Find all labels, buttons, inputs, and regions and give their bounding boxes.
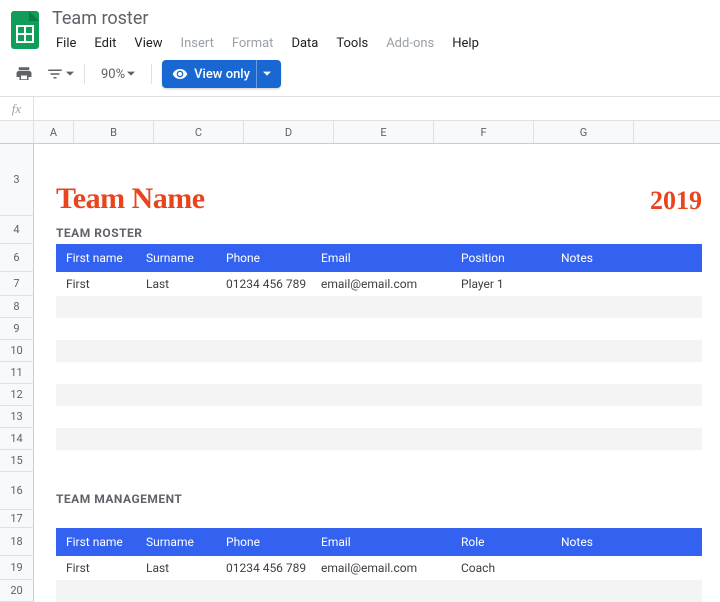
menu-file[interactable]: File bbox=[48, 33, 84, 54]
document-title[interactable]: Team roster bbox=[48, 6, 487, 31]
row-header[interactable]: 14 bbox=[0, 428, 34, 450]
chevron-down-icon bbox=[127, 70, 135, 78]
row-header[interactable]: 9 bbox=[0, 318, 34, 340]
cell-first[interactable]: First bbox=[62, 561, 142, 575]
cell-phone[interactable]: 01234 456 789 bbox=[222, 277, 317, 291]
cell-surname[interactable]: Last bbox=[142, 561, 222, 575]
view-only-label: View only bbox=[194, 67, 250, 82]
col-surname: Surname bbox=[142, 251, 222, 265]
row-header[interactable]: 19 bbox=[0, 556, 34, 580]
col-surname: Surname bbox=[142, 535, 222, 549]
cell-email[interactable]: email@email.com bbox=[317, 561, 457, 575]
sheet-content[interactable]: Team Name 2019 TEAM ROSTER First name Su… bbox=[34, 144, 720, 602]
menu-tools[interactable]: Tools bbox=[328, 33, 376, 54]
zoom-selector[interactable]: 90% bbox=[95, 67, 141, 82]
row-header[interactable]: 20 bbox=[0, 580, 34, 602]
toolbar-separator bbox=[84, 64, 85, 84]
toolbar-separator bbox=[151, 64, 152, 84]
col-email: Email bbox=[317, 251, 457, 265]
cell-position[interactable]: Player 1 bbox=[457, 277, 557, 291]
roster-table-row[interactable]: First Last 01234 456 789 email@email.com… bbox=[56, 272, 702, 296]
col-phone: Phone bbox=[222, 535, 317, 549]
eye-icon bbox=[172, 66, 188, 82]
formula-input[interactable] bbox=[34, 97, 720, 120]
select-all-corner[interactable] bbox=[0, 121, 34, 143]
col-position: Position bbox=[457, 251, 557, 265]
view-only-button[interactable]: View only bbox=[162, 60, 281, 88]
sheets-logo-icon[interactable] bbox=[8, 8, 42, 52]
col-notes: Notes bbox=[557, 535, 696, 549]
col-first: First name bbox=[62, 535, 142, 549]
row-header[interactable]: 7 bbox=[0, 272, 34, 296]
year-heading: 2019 bbox=[650, 186, 702, 216]
roster-table-header: First name Surname Phone Email Position … bbox=[56, 244, 702, 272]
row-header[interactable]: 8 bbox=[0, 296, 34, 318]
menu-help[interactable]: Help bbox=[444, 33, 487, 54]
menu-addons: Add-ons bbox=[378, 33, 442, 54]
menu-data[interactable]: Data bbox=[283, 33, 326, 54]
col-header-E[interactable]: E bbox=[334, 121, 434, 143]
table-row[interactable] bbox=[56, 450, 702, 472]
section-title-roster: TEAM ROSTER bbox=[56, 216, 702, 244]
table-row[interactable] bbox=[56, 384, 702, 406]
team-name-heading: Team Name bbox=[56, 182, 205, 216]
row-header[interactable]: 15 bbox=[0, 450, 34, 472]
table-row[interactable] bbox=[56, 340, 702, 362]
fx-label: fx bbox=[0, 97, 34, 120]
menu-format: Format bbox=[224, 33, 282, 54]
col-email: Email bbox=[317, 535, 457, 549]
chevron-down-icon bbox=[263, 70, 271, 78]
mgmt-table-row[interactable]: First Last 01234 456 789 email@email.com… bbox=[56, 556, 702, 580]
mgmt-table-header: First name Surname Phone Email Role Note… bbox=[56, 528, 702, 556]
title-bar: Team roster File Edit View Insert Format… bbox=[0, 0, 720, 54]
section-title-management: TEAM MANAGEMENT bbox=[56, 492, 182, 510]
row-headers: 3 4 6 7 8 9 10 11 12 13 14 15 16 17 18 1… bbox=[0, 144, 34, 602]
col-header-A[interactable]: A bbox=[34, 121, 74, 143]
column-headers: A B C D E F G bbox=[0, 121, 720, 144]
cell-email[interactable]: email@email.com bbox=[317, 277, 457, 291]
row-header[interactable]: 17 bbox=[0, 510, 34, 528]
col-role: Role bbox=[457, 535, 557, 549]
col-header-F[interactable]: F bbox=[434, 121, 534, 143]
col-header-G[interactable]: G bbox=[534, 121, 634, 143]
spreadsheet-grid[interactable]: 3 4 6 7 8 9 10 11 12 13 14 15 16 17 18 1… bbox=[0, 144, 720, 602]
row-header[interactable]: 13 bbox=[0, 406, 34, 428]
table-row[interactable] bbox=[56, 580, 702, 602]
col-first: First name bbox=[62, 251, 142, 265]
col-header-D[interactable]: D bbox=[244, 121, 334, 143]
row-header[interactable]: 12 bbox=[0, 384, 34, 406]
cell-role[interactable]: Coach bbox=[457, 561, 557, 575]
row-header[interactable]: 18 bbox=[0, 528, 34, 556]
cell-phone[interactable]: 01234 456 789 bbox=[222, 561, 317, 575]
table-row[interactable] bbox=[56, 428, 702, 450]
row-header[interactable]: 3 bbox=[0, 144, 34, 216]
menu-insert: Insert bbox=[173, 33, 222, 54]
row-header[interactable]: 6 bbox=[0, 244, 34, 272]
row-header[interactable]: 10 bbox=[0, 340, 34, 362]
menu-view[interactable]: View bbox=[126, 33, 170, 54]
table-row[interactable] bbox=[56, 406, 702, 428]
toolbar: 90% View only bbox=[0, 54, 720, 97]
print-button[interactable] bbox=[10, 60, 38, 88]
filter-button[interactable] bbox=[46, 60, 74, 88]
zoom-value: 90% bbox=[101, 67, 125, 82]
cell-surname[interactable]: Last bbox=[142, 277, 222, 291]
col-notes: Notes bbox=[557, 251, 696, 265]
row-header[interactable]: 11 bbox=[0, 362, 34, 384]
table-row[interactable] bbox=[56, 296, 702, 318]
row-header[interactable]: 4 bbox=[0, 216, 34, 244]
col-header-B[interactable]: B bbox=[74, 121, 154, 143]
col-phone: Phone bbox=[222, 251, 317, 265]
col-header-C[interactable]: C bbox=[154, 121, 244, 143]
table-row[interactable] bbox=[56, 362, 702, 384]
cell-first[interactable]: First bbox=[62, 277, 142, 291]
menu-bar: File Edit View Insert Format Data Tools … bbox=[48, 33, 487, 54]
view-only-dropdown[interactable] bbox=[256, 60, 277, 88]
formula-bar: fx bbox=[0, 97, 720, 121]
row-header[interactable]: 16 bbox=[0, 472, 34, 510]
table-row[interactable] bbox=[56, 318, 702, 340]
menu-edit[interactable]: Edit bbox=[86, 33, 124, 54]
